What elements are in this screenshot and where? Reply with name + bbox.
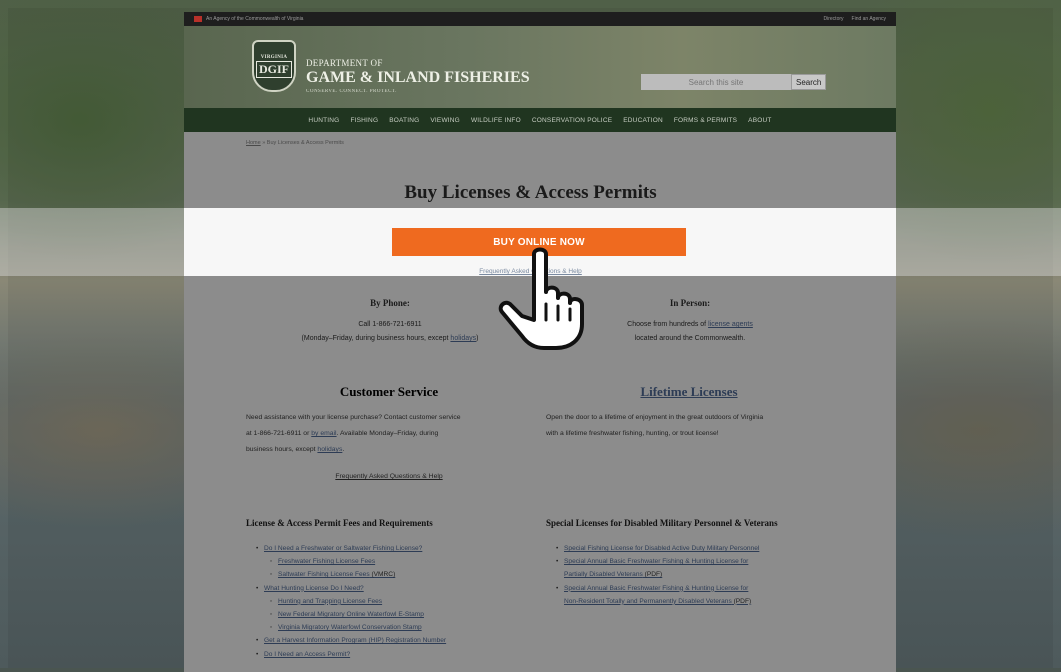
phone-number: Call 1-866-721-6911 [358,321,422,328]
email-link[interactable]: by email [311,430,336,437]
list-item[interactable]: • Get a Harvest Information Program (HIP)… [256,634,536,647]
topbar-link-directory[interactable]: Directory [824,16,844,22]
license-agents-link[interactable]: license agents [708,321,753,328]
lifetime-licenses-link[interactable]: Lifetime Licenses [546,384,832,400]
agency-text: An Agency of the Commonwealth of Virgini… [206,16,304,22]
breadcrumb-current: Buy Licenses & Access Permits [266,140,344,146]
list-item[interactable]: ◦ Freshwater Fishing License Fees [256,555,536,568]
department-title[interactable]: DEPARTMENT OF GAME & INLAND FISHERIES CO… [306,58,530,94]
fees-title: License & Access Permit Fees and Require… [246,518,433,528]
list-item[interactable]: ◦ Saltwater Fishing License Fees (VMRC) [256,568,536,581]
search-input[interactable] [641,74,791,90]
list-item[interactable]: ◦ Hunting and Trapping License Fees [256,595,536,608]
nav-education[interactable]: EDUCATION [623,117,663,124]
lifetime-text: Open the door to a lifetime of enjoyment… [546,414,764,437]
list-item[interactable]: • What Hunting License Do I Need? [256,582,536,595]
agency-topbar: An Agency of the Commonwealth of Virgini… [184,12,896,26]
in-person-title: In Person: [669,298,711,308]
main-nav: HUNTING FISHING BOATING VIEWING WILDLIFE… [184,108,896,132]
dept-line1: DEPARTMENT OF [306,58,383,68]
nav-forms-permits[interactable]: FORMS & PERMITS [674,117,737,124]
topbar-link-agency[interactable]: Find an Agency [852,16,886,22]
list-item[interactable]: • Special Fishing License for Disabled Ac… [556,542,846,555]
special-list: • Special Fishing License for Disabled Ac… [556,542,846,608]
nav-viewing[interactable]: VIEWING [430,117,460,124]
customer-service-title: Customer Service [339,384,439,399]
site-header: VIRGINIA DGIF DEPARTMENT OF GAME & INLAN… [184,26,896,108]
in-person-block: In Person: Choose from hundreds of licen… [560,296,820,346]
list-item[interactable]: ◦ Virginia Migratory Waterfowl Conservati… [256,621,536,634]
nav-about[interactable]: ABOUT [748,117,771,124]
virginia-flag-icon [194,16,202,22]
hand-pointer-icon [498,247,584,350]
nav-fishing[interactable]: FISHING [350,117,378,124]
list-item[interactable]: • Do I Need a Freshwater or Saltwater Fis… [256,542,536,555]
nav-hunting[interactable]: HUNTING [308,117,339,124]
holidays-link[interactable]: holidays [450,335,476,342]
special-licenses-title: Special Licenses for Disabled Military P… [546,518,778,528]
breadcrumb-home[interactable]: Home [246,140,261,146]
fees-list: • Do I Need a Freshwater or Saltwater Fis… [256,542,536,661]
list-item[interactable]: • Special Annual Basic Freshwater Fishing… [556,555,846,581]
breadcrumb: Home » Buy Licenses & Access Permits [246,140,344,146]
by-phone-block: By Phone: Call 1-866-721-6911 (Monday–Fr… [260,296,520,346]
page-title: Buy Licenses & Access Permits [404,182,657,203]
dept-line2: GAME & INLAND FISHERIES [306,69,530,86]
list-item[interactable]: • Do I Need an Access Permit? [256,648,536,661]
list-item[interactable]: • Special Annual Basic Freshwater Fishing… [556,582,846,608]
by-phone-title: By Phone: [370,298,410,308]
tagline: CONSERVE. CONNECT. PROTECT. [306,89,397,94]
customer-service-text: Need assistance with your license purcha… [246,414,461,453]
faq-link[interactable]: Frequently Asked Questions & Help [246,469,532,485]
list-item[interactable]: ◦ New Federal Migratory Online Waterfowl … [256,608,536,621]
search-button[interactable]: Search [791,74,827,90]
nav-boating[interactable]: BOATING [389,117,419,124]
dgif-logo[interactable]: VIRGINIA DGIF [252,40,296,92]
nav-wildlife-info[interactable]: WILDLIFE INFO [471,117,521,124]
nav-conservation-police[interactable]: CONSERVATION POLICE [532,117,612,124]
holidays-link-2[interactable]: holidays [317,446,342,453]
site-search: Search [641,74,827,90]
